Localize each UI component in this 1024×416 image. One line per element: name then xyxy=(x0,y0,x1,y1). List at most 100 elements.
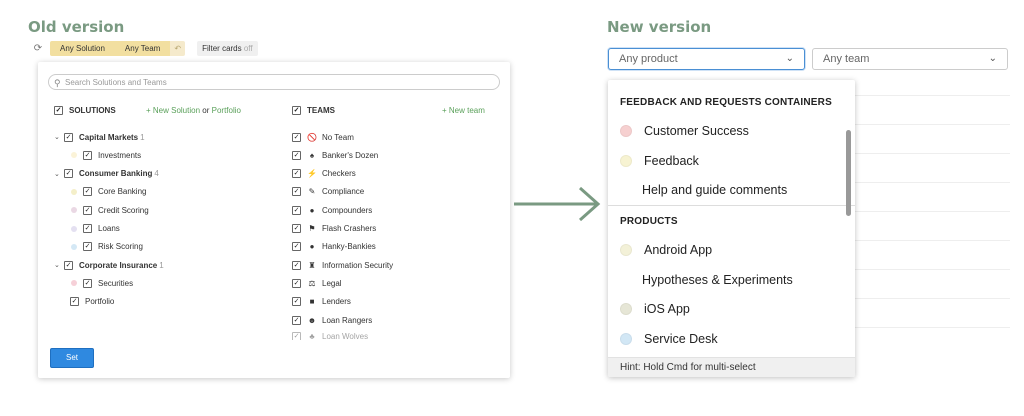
dropdown-option-label: Hypotheses & Experiments xyxy=(642,272,793,287)
solution-row[interactable]: ✓ Risk Scoring xyxy=(71,241,143,253)
solution-checkbox[interactable]: ✓ xyxy=(64,132,73,142)
old-version-heading: Old version xyxy=(28,18,125,36)
product-select-value: Any product xyxy=(619,53,678,65)
team-row[interactable]: ✓ ● Compounders xyxy=(292,204,372,216)
team-label: Compliance xyxy=(322,187,365,197)
book-icon: ■ xyxy=(309,297,315,307)
solution-row[interactable]: ✓ Securities xyxy=(71,277,133,289)
chevron-down-icon[interactable]: ⌄ xyxy=(54,170,64,178)
team-label: Checkers xyxy=(322,169,356,179)
solution-color-dot xyxy=(71,280,77,287)
arrow-icon xyxy=(514,186,601,222)
team-checkbox[interactable]: ✓ xyxy=(292,278,301,288)
solution-checkbox[interactable]: ✓ xyxy=(83,205,92,215)
team-select[interactable]: Any team ⌄ xyxy=(812,48,1008,70)
ball-icon: ● xyxy=(309,242,315,252)
team-row[interactable]: ✓ ● Hanky-Bankies xyxy=(292,241,376,253)
chevron-down-icon: ⌄ xyxy=(988,53,997,64)
new-team-link[interactable]: + New team xyxy=(442,106,485,115)
refresh-icon[interactable]: ⟳ xyxy=(30,43,46,54)
color-dot-icon xyxy=(620,332,632,345)
search-icon: ⚲ xyxy=(54,78,61,88)
dropdown-option[interactable]: Help and guide comments xyxy=(620,183,787,197)
team-row[interactable]: ✓ ♣ Loan Wolves xyxy=(292,332,368,341)
team-row[interactable]: ✓ ⚡ Checkers xyxy=(292,168,356,180)
team-row[interactable]: ✓ ⚖ Legal xyxy=(292,277,342,289)
teams-header-label: TEAMS xyxy=(307,106,335,115)
solution-row[interactable]: ✓ Loans xyxy=(71,223,120,235)
solution-row[interactable]: ✓ Portfolio xyxy=(70,296,114,308)
flag-icon: ⚑ xyxy=(308,224,316,233)
product-select[interactable]: Any product ⌄ xyxy=(608,48,805,70)
solution-checkbox[interactable]: ✓ xyxy=(83,187,92,197)
teams-select-all-checkbox[interactable]: ✓ xyxy=(292,106,301,115)
search-placeholder: Search Solutions and Teams xyxy=(65,78,167,87)
solution-row[interactable]: ✓ Core Banking xyxy=(71,186,146,198)
search-input[interactable]: ⚲ Search Solutions and Teams xyxy=(48,74,500,90)
team-label: No Team xyxy=(322,132,354,142)
solutions-select-all-checkbox[interactable]: ✓ xyxy=(54,106,63,115)
solution-checkbox[interactable]: ✓ xyxy=(83,278,92,288)
shield-icon: ♜ xyxy=(308,260,316,270)
solution-checkbox[interactable]: ✓ xyxy=(64,260,73,270)
teams-header: ✓ TEAMS xyxy=(292,106,335,115)
dropdown-option[interactable]: Feedback xyxy=(620,154,699,168)
team-row[interactable]: ✓ 🚫 No Team xyxy=(292,131,354,143)
team-checkbox[interactable]: ✓ xyxy=(292,332,301,341)
team-checkbox[interactable]: ✓ xyxy=(292,224,301,233)
dropdown-option[interactable]: Customer Success xyxy=(620,124,749,138)
team-checkbox[interactable]: ✓ xyxy=(292,297,301,307)
solution-row[interactable]: ⌄ ✓ Capital Markets 1 xyxy=(54,131,145,143)
team-checkbox[interactable]: ✓ xyxy=(292,132,301,142)
team-checkbox[interactable]: ✓ xyxy=(292,315,301,325)
team-row[interactable]: ✓ ■ Lenders xyxy=(292,296,351,308)
any-team-filter[interactable]: Any Team xyxy=(114,40,171,56)
color-dot-icon xyxy=(620,125,632,137)
solution-checkbox[interactable]: ✓ xyxy=(83,242,92,252)
team-row[interactable]: ✓ ♠ Banker's Dozen xyxy=(292,149,378,161)
filter-cards-toggle[interactable]: Filter cards off xyxy=(197,40,258,56)
solution-label: Loans xyxy=(98,224,120,233)
solution-color-dot xyxy=(71,152,77,159)
solution-checkbox[interactable]: ✓ xyxy=(83,224,92,233)
solution-row[interactable]: ✓ Investments xyxy=(71,149,141,161)
team-label: Information Security xyxy=(322,260,394,270)
team-row[interactable]: ✓ ☻ Loan Rangers xyxy=(292,314,372,326)
dropdown-option[interactable]: iOS App xyxy=(620,302,690,316)
team-checkbox[interactable]: ✓ xyxy=(292,260,301,270)
team-checkbox[interactable]: ✓ xyxy=(292,150,301,160)
solution-row[interactable]: ✓ Credit Scoring xyxy=(71,204,149,216)
chevron-down-icon[interactable]: ⌄ xyxy=(54,261,64,269)
team-label: Loan Rangers xyxy=(322,315,373,325)
chevron-down-icon[interactable]: ⌄ xyxy=(54,133,64,141)
new-solution-link[interactable]: + New Solution xyxy=(146,106,200,115)
dropdown-option[interactable]: Android App xyxy=(620,243,712,257)
new-portfolio-link[interactable]: Portfolio xyxy=(212,106,241,115)
solution-checkbox[interactable]: ✓ xyxy=(70,297,79,307)
undo-icon[interactable]: ↶ xyxy=(170,40,186,56)
team-checkbox[interactable]: ✓ xyxy=(292,205,301,215)
team-checkbox[interactable]: ✓ xyxy=(292,169,301,179)
dropdown-option-label: iOS App xyxy=(644,302,690,316)
solution-color-dot xyxy=(71,225,77,232)
set-button[interactable]: Set xyxy=(50,348,94,368)
team-row[interactable]: ✓ ♜ Information Security xyxy=(292,259,393,271)
solution-group-label: Corporate Insurance xyxy=(79,260,158,270)
team-row[interactable]: ✓ ✎ Compliance xyxy=(292,186,364,198)
dropdown-option[interactable]: Hypotheses & Experiments xyxy=(620,273,793,287)
team-row[interactable]: ✓ ⚑ Flash Crashers xyxy=(292,223,376,235)
team-checkbox[interactable]: ✓ xyxy=(292,242,301,252)
solution-row[interactable]: ⌄ ✓ Corporate Insurance 1 xyxy=(54,259,164,271)
color-dot-icon xyxy=(620,303,632,315)
dropdown-scrollbar[interactable] xyxy=(846,130,851,216)
team-checkbox[interactable]: ✓ xyxy=(292,187,301,197)
solution-checkbox[interactable]: ✓ xyxy=(83,150,92,160)
solution-row[interactable]: ⌄ ✓ Consumer Banking 4 xyxy=(54,168,159,180)
solution-label: Portfolio xyxy=(85,297,115,307)
dropdown-option[interactable]: Service Desk xyxy=(620,332,718,346)
any-solution-filter[interactable]: Any Solution xyxy=(50,40,115,56)
color-dot-icon xyxy=(620,154,632,167)
solution-group-label: Capital Markets xyxy=(79,132,139,142)
solution-checkbox[interactable]: ✓ xyxy=(64,169,73,179)
color-dot-icon xyxy=(620,244,632,256)
